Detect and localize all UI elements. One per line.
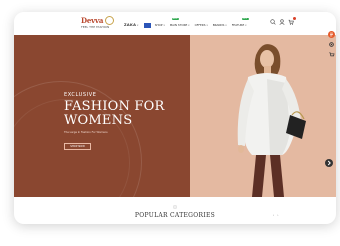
chevron-down-icon: ▾ — [188, 23, 190, 27]
logo-name: Devva — [81, 16, 104, 25]
nav-item-label: MAIN STORE — [169, 23, 188, 27]
hero-kicker: EXCLUSIVE — [64, 92, 97, 98]
nav-item-feature[interactable]: HOT FEATURE ▾ — [231, 18, 249, 27]
nav-item-label: BRANDS — [212, 23, 225, 27]
nav-brand[interactable]: ZAKA ▾ — [124, 23, 139, 27]
nav-item-label: SHOP — [154, 23, 163, 27]
hero-banner-image-panel — [190, 35, 336, 197]
gear-icon[interactable] — [328, 41, 335, 48]
slider-next-button[interactable] — [325, 159, 333, 167]
site-header: Devva FEEL THE FASHION ZAKA ▾ SHOP ▾ NEW… — [14, 12, 336, 35]
main-nav: ZAKA ▾ SHOP ▾ NEW MAIN STORE ▾ OFFERS ▾ … — [124, 18, 252, 29]
chevron-down-icon: ▾ — [245, 23, 247, 27]
flag-icon[interactable] — [143, 22, 151, 28]
hero-title: FASHION FOR WOMENS — [64, 99, 165, 128]
new-badge: NEW — [171, 18, 179, 20]
cart-count-badge — [293, 17, 296, 20]
nav-brand-label: ZAKA — [124, 23, 137, 27]
hero-subtitle: The Large In Fashion For Womens — [64, 131, 108, 134]
nav-item-shop[interactable]: SHOP ▾ — [155, 23, 165, 27]
chevron-down-icon: ▾ — [137, 23, 139, 27]
logo-emblem — [105, 16, 114, 25]
hot-badge: HOT — [242, 18, 249, 20]
category-pager: ‹ › — [273, 213, 281, 217]
nav-item-label: OFFERS — [194, 23, 206, 27]
nav-item-main-store[interactable]: NEW MAIN STORE ▾ — [169, 18, 190, 27]
cart-icon[interactable] — [288, 17, 296, 25]
pager-prev-button[interactable]: ‹ — [273, 213, 274, 217]
compare-icon[interactable] — [328, 31, 335, 38]
side-toolbar — [328, 31, 336, 61]
site-logo[interactable]: Devva FEEL THE FASHION — [77, 15, 114, 32]
section-ornament-icon — [172, 204, 178, 210]
model-photo — [190, 35, 336, 197]
chevron-down-icon: ▾ — [163, 23, 165, 27]
browser-frame: Devva FEEL THE FASHION ZAKA ▾ SHOP ▾ NEW… — [14, 12, 336, 224]
header-icons — [267, 17, 296, 25]
pager-next-button[interactable]: › — [277, 213, 278, 217]
chevron-down-icon: ▾ — [225, 23, 227, 27]
nav-item-offers[interactable]: OFFERS ▾ — [195, 23, 208, 27]
hero-banner-text-panel: EXCLUSIVE FASHION FOR WOMENS The Large I… — [14, 35, 190, 197]
user-icon[interactable] — [279, 19, 285, 25]
logo-tagline: FEEL THE FASHION — [81, 25, 110, 29]
cart-icon[interactable] — [328, 51, 335, 58]
nav-item-label: FEATURE — [231, 23, 245, 27]
shop-now-button[interactable]: SHOP NOW — [64, 143, 91, 150]
search-icon[interactable] — [270, 19, 276, 25]
nav-item-brands[interactable]: BRANDS ▾ — [213, 23, 227, 27]
section-title: POPULAR CATEGORIES — [134, 212, 216, 219]
chevron-down-icon: ▾ — [206, 23, 208, 27]
